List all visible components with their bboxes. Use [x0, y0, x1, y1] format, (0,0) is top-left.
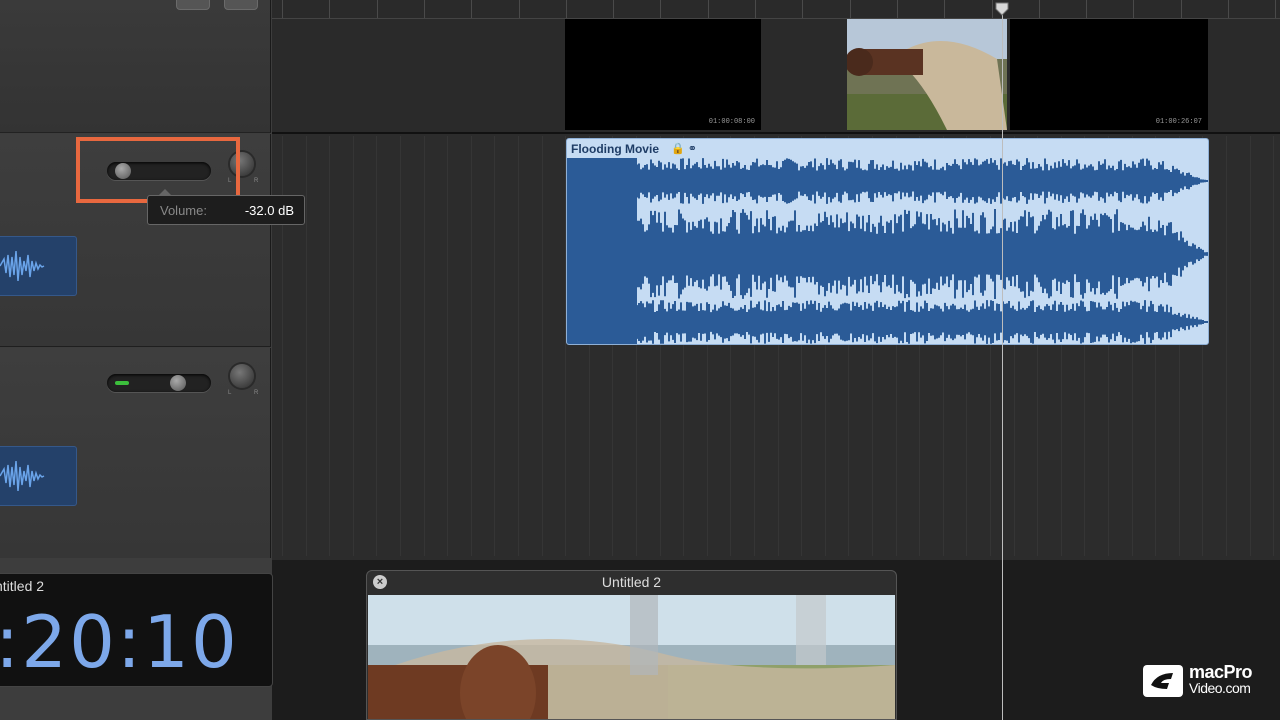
ruler-tick	[1228, 0, 1229, 18]
volume-slider[interactable]	[107, 374, 211, 392]
ruler-tick	[991, 0, 993, 18]
playhead-line	[1002, 8, 1003, 720]
macprovideo-logo	[1143, 665, 1183, 697]
movie-preview-image	[368, 595, 895, 719]
pan-right-label: R	[254, 178, 259, 184]
ruler-tick	[423, 0, 425, 18]
waveform	[567, 158, 1208, 344]
grid-line	[518, 136, 519, 556]
ruler-tick	[802, 0, 804, 18]
volume-tooltip: Volume: -32.0 dB	[147, 189, 305, 225]
tooltip-value: -32.0 dB	[244, 203, 294, 218]
ruler-tick	[1133, 0, 1135, 18]
ruler-tick	[1180, 0, 1182, 18]
grid-line	[423, 136, 425, 556]
header-toolbar	[176, 0, 272, 10]
volume-slider-fill	[115, 381, 129, 385]
ruler-tick	[944, 0, 946, 18]
audio-track-header-2[interactable]: L R	[0, 348, 271, 558]
grid-line	[329, 136, 331, 556]
grid-line	[470, 136, 472, 556]
ruler-tick	[282, 0, 283, 18]
video-thumbnail-black: 01:00:26:07	[1010, 19, 1208, 130]
video-thumbnail-image	[845, 19, 1007, 130]
ruler-tick	[1086, 0, 1088, 18]
video-track-header	[0, 0, 271, 133]
ruler-tick	[376, 0, 378, 18]
track-option-button[interactable]	[176, 0, 210, 10]
tooltip-label: Volume:	[160, 203, 207, 218]
volume-slider-thumb[interactable]	[170, 375, 186, 391]
playhead-handle[interactable]	[995, 2, 1009, 16]
video-thumbnail-black: 01:00:08:00	[565, 19, 761, 130]
waveform-track-icon	[0, 236, 77, 296]
ruler-tick	[471, 0, 473, 18]
waveform-track-icon	[0, 446, 77, 506]
ruler-tick	[707, 0, 709, 18]
ruler-tick	[518, 0, 520, 18]
region-title: Flooding Movie	[571, 142, 659, 156]
ruler-tick	[1275, 0, 1277, 18]
pan-left-label: L	[228, 390, 232, 396]
grid-line	[305, 136, 307, 556]
grid-line	[494, 136, 496, 556]
lock-icon: 🔒	[671, 143, 685, 155]
lcd-project-title: ntitled 2	[0, 578, 45, 594]
lcd-display: ntitled 2 :20:10	[0, 573, 273, 687]
audio-region[interactable]: Flooding Movie 🔒 ⚭	[566, 138, 1209, 345]
grid-line	[1249, 136, 1251, 556]
region-icons: 🔒 ⚭	[671, 142, 697, 155]
macprovideo-watermark: macPro Video.com	[1143, 662, 1263, 700]
link-icon: ⚭	[687, 143, 697, 155]
tooltip-notch	[158, 189, 172, 196]
timecode-label: 01:00:26:07	[1155, 118, 1202, 126]
ruler-tick	[1038, 0, 1040, 18]
grid-line	[352, 136, 354, 556]
lcd-time-readout: :20:10	[0, 600, 239, 684]
grid-line	[1273, 136, 1275, 556]
movie-window[interactable]: × Untitled 2	[366, 570, 897, 720]
grid-line	[376, 136, 378, 556]
ruler-tick	[613, 0, 615, 18]
timeline-ruler[interactable]	[272, 0, 1280, 19]
ruler-tick	[849, 0, 851, 18]
ruler-tick	[755, 0, 756, 18]
grid-line	[400, 136, 401, 556]
pan-knob[interactable]	[230, 364, 254, 388]
grid-line	[447, 136, 449, 556]
grid-line	[541, 136, 543, 556]
pan-right-label: R	[254, 390, 259, 396]
ruler-tick	[565, 0, 567, 18]
ruler-tick	[896, 0, 898, 18]
grid-line	[1226, 136, 1227, 556]
ruler-tick	[329, 0, 331, 18]
movie-window-title: Untitled 2	[601, 574, 662, 590]
ruler-tick	[660, 0, 662, 18]
flood-pipe-thumbnail	[845, 19, 1007, 130]
track-option-button[interactable]	[224, 0, 258, 10]
timecode-label: 01:00:08:00	[708, 118, 755, 126]
brand-text-line2: Video.com	[1189, 680, 1251, 696]
